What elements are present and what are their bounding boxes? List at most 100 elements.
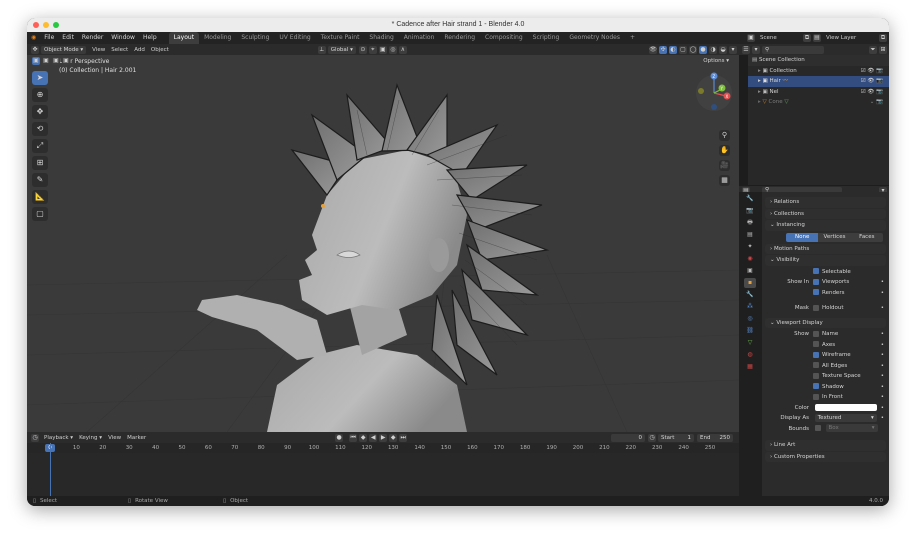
- shading-options-icon[interactable]: ▾: [729, 45, 737, 54]
- menu-view[interactable]: View: [89, 47, 108, 53]
- tab-rendering[interactable]: Rendering: [439, 32, 480, 44]
- wireframe-checkbox[interactable]: [813, 351, 819, 358]
- axes-checkbox[interactable]: [813, 341, 819, 347]
- texture-tab-icon[interactable]: ▦: [744, 362, 756, 372]
- instancing-vertices-button[interactable]: Vertices: [818, 232, 851, 242]
- object-tab-icon[interactable]: ▪: [744, 278, 756, 288]
- panel-motion-paths[interactable]: › Motion Paths: [765, 243, 886, 254]
- tool-tab-icon[interactable]: 🔧: [744, 194, 756, 204]
- outliner-item-hair[interactable]: ▸ ▣ Hair 〰 ☑ 👁 📷: [748, 76, 889, 87]
- keyframe-dot-icon[interactable]: •: [881, 329, 884, 340]
- material-tab-icon[interactable]: ◍: [744, 350, 756, 360]
- tab-sculpting[interactable]: Sculpting: [236, 32, 274, 44]
- panel-collections[interactable]: › Collections: [765, 208, 886, 219]
- viewports-checkbox[interactable]: [813, 278, 819, 285]
- menu-playback[interactable]: Playback ▾: [41, 435, 76, 441]
- outliner-item-cone[interactable]: ▸ ▽ Cone ▽ ⌄ 📷: [748, 97, 889, 108]
- start-frame-field[interactable]: Start 1: [658, 433, 694, 442]
- arm-mesh[interactable]: [197, 295, 327, 360]
- outliner-editor-icon[interactable]: ☰: [742, 45, 750, 54]
- tab-modeling[interactable]: Modeling: [199, 32, 236, 44]
- new-scene-icon[interactable]: ⧉: [803, 34, 811, 42]
- select-new-icon[interactable]: ▣: [32, 57, 40, 65]
- timeline-editor-icon[interactable]: ◷: [31, 433, 39, 442]
- shadow-row[interactable]: Shadow •: [762, 382, 889, 393]
- tab-shading[interactable]: Shading: [364, 32, 398, 44]
- blender-logo-icon[interactable]: ◉: [27, 32, 40, 44]
- snap-target-icon[interactable]: ▣: [378, 45, 387, 54]
- end-frame-field[interactable]: End 250: [697, 433, 733, 442]
- overlay-icon[interactable]: ◐: [669, 45, 677, 54]
- panel-line-art[interactable]: › Line Art: [765, 440, 886, 451]
- axes-row[interactable]: Axes •: [762, 340, 889, 351]
- selectable-row[interactable]: Selectable: [762, 267, 889, 278]
- name-checkbox[interactable]: [813, 330, 819, 337]
- physics-tab-icon[interactable]: ◎: [744, 314, 756, 324]
- outliner-filter-icon[interactable]: ⏷: [869, 45, 877, 54]
- menu-keying[interactable]: Keying ▾: [76, 435, 105, 441]
- visibility-icon[interactable]: ☑ 👁 📷: [861, 66, 883, 77]
- rotate-tool-icon[interactable]: ⟲: [32, 122, 48, 136]
- renders-checkbox[interactable]: [813, 289, 819, 295]
- keyframe-dot-icon[interactable]: •: [881, 303, 884, 314]
- holdout-checkbox[interactable]: [813, 304, 819, 311]
- proportional-edit-icon[interactable]: ◎: [388, 45, 397, 54]
- output-tab-icon[interactable]: 🖶: [744, 218, 756, 228]
- keyframe-dot-icon[interactable]: •: [881, 288, 884, 299]
- play-reverse-icon[interactable]: ◀: [369, 433, 378, 442]
- bounds-dropdown[interactable]: Box ▾: [825, 424, 878, 432]
- bounds-checkbox[interactable]: [814, 425, 821, 431]
- select-extend-icon[interactable]: ▣: [42, 57, 50, 65]
- snap-icon[interactable]: ⌖: [368, 45, 377, 54]
- keyframe-dot-icon[interactable]: •: [881, 382, 884, 393]
- keyframe-dot-icon[interactable]: •: [881, 361, 884, 372]
- keyframe-dot-icon[interactable]: •: [881, 350, 884, 361]
- shading-rendered-icon[interactable]: ◒: [719, 45, 727, 54]
- expand-icon[interactable]: ▸: [758, 68, 761, 74]
- in-front-checkbox[interactable]: [813, 393, 819, 400]
- viewport-options-button[interactable]: Options ▾: [700, 57, 732, 65]
- tab-compositing[interactable]: Compositing: [480, 32, 528, 44]
- select-tool-icon[interactable]: ➤: [32, 71, 48, 85]
- mask-holdout-row[interactable]: Mask Holdout •: [762, 303, 889, 314]
- panel-custom-properties[interactable]: › Custom Properties: [765, 451, 886, 462]
- tab-animation[interactable]: Animation: [399, 32, 440, 44]
- expand-icon[interactable]: ▸: [758, 99, 761, 105]
- jump-end-icon[interactable]: ⏭: [399, 433, 408, 442]
- scene-icon[interactable]: ▣: [747, 34, 755, 42]
- visibility-icon[interactable]: ⌄ 📷: [870, 97, 883, 108]
- minimize-window-button[interactable]: [43, 22, 49, 28]
- playhead[interactable]: [50, 443, 51, 496]
- falloff-icon[interactable]: ∧: [398, 45, 407, 54]
- menu-help[interactable]: Help: [139, 32, 161, 44]
- keyframe-dot-icon[interactable]: •: [881, 340, 884, 351]
- menu-select[interactable]: Select: [108, 47, 131, 53]
- all-edges-row[interactable]: All Edges •: [762, 361, 889, 372]
- modifier-tab-icon[interactable]: 🔧: [744, 290, 756, 300]
- show-in-viewports-row[interactable]: Show In Viewports •: [762, 277, 889, 288]
- new-collection-icon[interactable]: ⊞: [879, 45, 887, 54]
- gizmo-icon[interactable]: ✣: [659, 45, 667, 54]
- show-name-row[interactable]: Show Name •: [762, 329, 889, 340]
- ear-mesh[interactable]: [429, 238, 449, 272]
- menu-add[interactable]: Add: [131, 47, 148, 53]
- camera-view-icon[interactable]: 🎥: [719, 160, 730, 171]
- shading-wireframe-icon[interactable]: ◯: [689, 45, 697, 54]
- 3d-viewport[interactable]: User Perspective (0) Collection | Hair 2…: [27, 55, 739, 432]
- renders-row[interactable]: Renders •: [762, 288, 889, 299]
- outliner-filter-mode-icon[interactable]: ▾: [752, 45, 760, 54]
- panel-instancing[interactable]: ⌄ Instancing: [765, 220, 886, 231]
- menu-render[interactable]: Render: [78, 32, 107, 44]
- panel-relations[interactable]: › Relations: [765, 197, 886, 208]
- data-tab-icon[interactable]: ▽: [744, 338, 756, 348]
- transform-tool-icon[interactable]: ⊞: [32, 156, 48, 170]
- menu-window[interactable]: Window: [107, 32, 139, 44]
- keyframe-dot-icon[interactable]: •: [881, 392, 884, 403]
- prev-keyframe-icon[interactable]: ◆: [359, 433, 368, 442]
- transform-orientation-dropdown[interactable]: Global ▾: [327, 45, 356, 54]
- navigation-gizmo[interactable]: Z X Y: [692, 69, 736, 115]
- panel-visibility[interactable]: ⌄ Visibility: [765, 255, 886, 266]
- keyframe-dot-icon[interactable]: •: [881, 403, 884, 414]
- pan-view-icon[interactable]: ✋: [719, 145, 730, 156]
- select-subtract-icon[interactable]: ▣: [52, 57, 60, 65]
